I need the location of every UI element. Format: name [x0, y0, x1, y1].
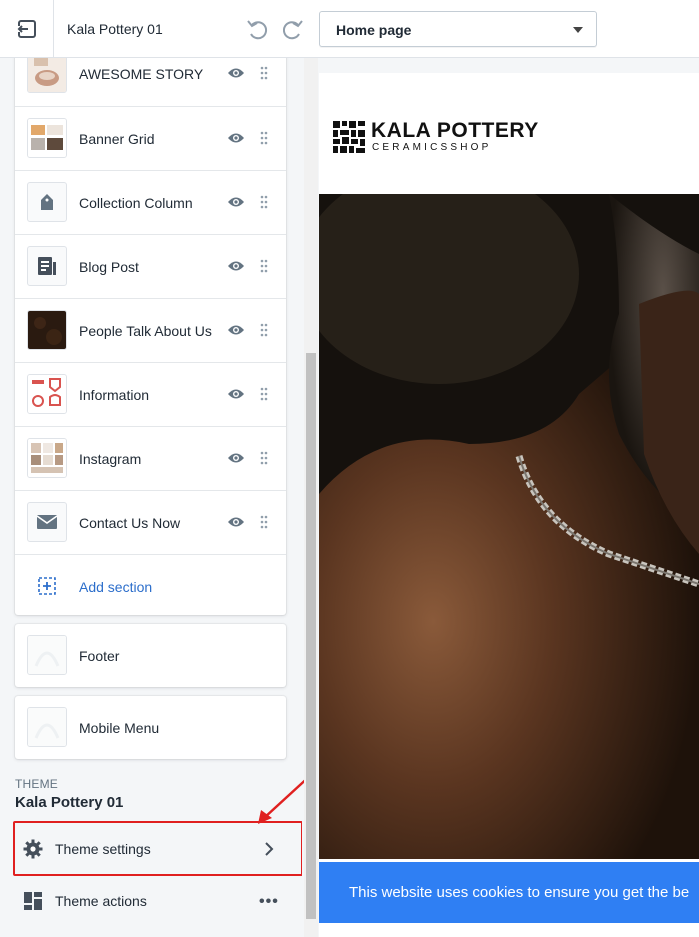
section-item-collection-column[interactable]: Collection Column: [15, 170, 286, 234]
theme-settings-label: Theme settings: [55, 841, 151, 857]
drag-handle-icon[interactable]: [260, 131, 268, 145]
section-item-people-talk[interactable]: People Talk About Us: [15, 298, 286, 362]
section-label: Footer: [79, 648, 120, 664]
section-label: Blog Post: [79, 259, 139, 275]
section-thumbnail: [27, 374, 67, 414]
hero-photo-icon: [319, 194, 699, 859]
theme-caption: THEME: [15, 777, 58, 791]
envelope-icon: [36, 515, 58, 529]
section-item-contact-us[interactable]: Contact Us Now: [15, 490, 286, 554]
add-section-button[interactable]: Add section: [15, 554, 286, 618]
footer-card[interactable]: Footer: [15, 624, 286, 687]
chevron-down-icon: [573, 27, 583, 33]
eye-icon[interactable]: [227, 259, 245, 273]
mobile-menu-card[interactable]: Mobile Menu: [15, 696, 286, 759]
page-select[interactable]: Home page: [319, 11, 597, 47]
section-label: Mobile Menu: [79, 720, 160, 736]
editor-topbar: Kala Pottery 01 Home page: [0, 0, 699, 58]
drag-handle-icon[interactable]: [260, 195, 268, 209]
section-label: AWESOME STORY: [79, 66, 204, 82]
drag-handle-icon[interactable]: [260, 451, 268, 465]
store-preview: KALA POTTERY CERAMICSSHOP This website u…: [319, 73, 699, 937]
section-item-banner-grid[interactable]: Banner Grid: [15, 106, 286, 170]
logo-mark-icon: [333, 121, 365, 153]
redo-icon[interactable]: [280, 16, 306, 42]
page-select-value: Home page: [336, 22, 412, 38]
drag-handle-icon[interactable]: [260, 515, 268, 529]
tag-icon: [41, 194, 53, 210]
section-item-awesome-story[interactable]: AWESOME STORY: [15, 58, 286, 106]
section-item-instagram[interactable]: Instagram: [15, 426, 286, 490]
eye-icon[interactable]: [227, 323, 245, 337]
sidebar-scrollbar-thumb[interactable]: [306, 353, 316, 919]
section-label: Instagram: [79, 451, 142, 467]
theme-actions-label: Theme actions: [55, 893, 147, 909]
section-item-footer[interactable]: Footer: [15, 624, 286, 687]
section-thumbnail: [27, 118, 67, 158]
section-thumbnail: [27, 635, 67, 675]
add-section-icon: [38, 577, 56, 595]
exit-icon: [16, 20, 36, 38]
section-item-mobile-menu[interactable]: Mobile Menu: [15, 696, 286, 759]
section-thumbnail: [27, 310, 67, 350]
section-thumbnail: [27, 438, 67, 478]
exit-editor-button[interactable]: [0, 0, 54, 58]
undo-icon[interactable]: [244, 16, 270, 42]
sections-card: AWESOME STORY Banner Grid Collection Col…: [15, 58, 286, 615]
drag-handle-icon[interactable]: [260, 259, 268, 273]
logo-name: KALA POTTERY: [371, 119, 539, 142]
logo-tagline: CERAMICSSHOP: [372, 142, 492, 153]
more-options-icon[interactable]: •••: [259, 893, 279, 911]
eye-icon[interactable]: [227, 131, 245, 145]
eye-icon[interactable]: [227, 387, 245, 401]
section-label: Banner Grid: [79, 131, 155, 147]
add-section-label: Add section: [79, 579, 153, 595]
section-thumbnail: [27, 182, 67, 222]
hero-image: [319, 194, 699, 859]
eye-icon[interactable]: [227, 515, 245, 529]
gear-icon: [23, 839, 43, 859]
section-label: Information: [79, 387, 150, 403]
section-label: Collection Column: [79, 195, 193, 211]
theme-title: Kala Pottery 01: [67, 21, 163, 37]
theme-actions-button[interactable]: Theme actions •••: [0, 883, 302, 917]
section-thumbnail: [27, 707, 67, 747]
eye-icon[interactable]: [227, 66, 245, 80]
section-label: People Talk About Us: [79, 323, 212, 339]
blog-icon: [38, 257, 56, 275]
drag-handle-icon[interactable]: [260, 387, 268, 401]
cookie-banner: This website uses cookies to ensure you …: [319, 862, 699, 923]
section-item-blog-post[interactable]: Blog Post: [15, 234, 286, 298]
section-label: Contact Us Now: [79, 515, 181, 531]
cookie-banner-text: This website uses cookies to ensure you …: [349, 884, 690, 901]
drag-handle-icon[interactable]: [260, 66, 268, 80]
section-thumbnail: [27, 246, 67, 286]
theme-name: Kala Pottery 01: [15, 794, 124, 811]
section-thumbnail: [27, 58, 67, 93]
preview-header: KALA POTTERY CERAMICSSHOP: [319, 73, 699, 194]
theme-actions-icon: [24, 892, 42, 910]
drag-handle-icon[interactable]: [260, 323, 268, 337]
chevron-right-icon: [265, 842, 274, 856]
eye-icon[interactable]: [227, 195, 245, 209]
section-thumbnail: [27, 502, 67, 542]
section-item-information[interactable]: Information: [15, 362, 286, 426]
eye-icon[interactable]: [227, 451, 245, 465]
